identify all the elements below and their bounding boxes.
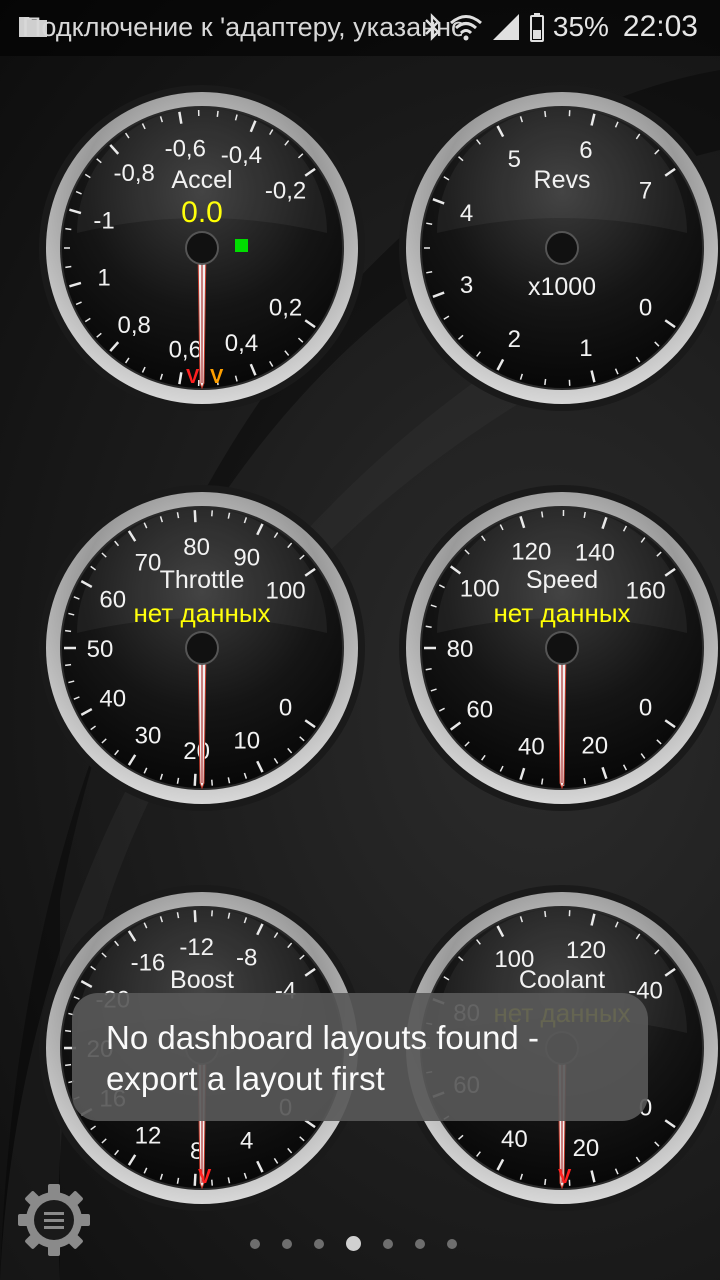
minor-tick bbox=[426, 270, 433, 274]
status-bar: Подключение к 'адаптеру, указанному в ра… bbox=[0, 0, 720, 56]
wifi-icon bbox=[449, 15, 482, 41]
range-marker: V bbox=[558, 1166, 572, 1188]
minor-tick bbox=[65, 663, 72, 667]
battery-percent: 35% bbox=[552, 11, 609, 42]
minor-tick bbox=[425, 668, 432, 671]
range-marker: V bbox=[198, 1166, 212, 1188]
tick-label: 20 bbox=[183, 738, 210, 765]
gear-menu-icon bbox=[18, 1184, 90, 1256]
tick-label: 0 bbox=[279, 695, 292, 722]
bluetooth-icon bbox=[425, 13, 440, 41]
minor-tick bbox=[65, 265, 72, 269]
status-clock: 22:03 bbox=[622, 10, 698, 43]
tick-label: 0,8 bbox=[118, 312, 151, 339]
page-dot[interactable] bbox=[383, 1238, 393, 1249]
page-dot[interactable] bbox=[415, 1238, 425, 1249]
minor-tick bbox=[426, 222, 433, 226]
toast-line-1: No dashboard layouts found - bbox=[106, 1019, 539, 1056]
tick-label: 0 bbox=[639, 295, 652, 322]
tick-label: 3 bbox=[460, 272, 473, 299]
tick-label: 10 bbox=[233, 728, 260, 755]
tick-label: 50 bbox=[87, 636, 114, 663]
tick-label: 40 bbox=[501, 1126, 528, 1153]
accel-gauge[interactable]: 0,2 0,4 0,6 0,8 1 -1 -0,8 -0,6 -0,4 -0,2 Accel 0.0 V… bbox=[37, 83, 367, 413]
tick-label: 1 bbox=[97, 264, 110, 291]
notification-text: Подключение к 'адаптеру, указанному в ра… bbox=[22, 12, 462, 42]
minor-tick bbox=[65, 629, 72, 633]
range-marker: V bbox=[186, 366, 200, 388]
minor-tick bbox=[583, 777, 586, 785]
accel-gauge-dial: 0,20,40,60,81-1-0,8-0,6 -0,4-0,2Accel0.0V… bbox=[39, 85, 365, 411]
page-dot[interactable] bbox=[282, 1238, 292, 1249]
tick-label: 30 bbox=[135, 723, 162, 750]
tick-label: 80 bbox=[447, 636, 474, 663]
battery-icon bbox=[529, 13, 544, 42]
status-indicator bbox=[235, 239, 248, 252]
minor-tick bbox=[425, 625, 432, 628]
settings-menu-button[interactable] bbox=[14, 1180, 94, 1260]
major-tick bbox=[193, 1173, 197, 1186]
tick-label: 1 bbox=[579, 335, 592, 362]
revs-gauge-dial: 01234567Revs-x1000 bbox=[399, 85, 720, 411]
tick-label: 0,2 bbox=[269, 295, 302, 322]
minor-tick bbox=[544, 1178, 547, 1186]
tick-label: 0 bbox=[639, 695, 652, 722]
minor-tick bbox=[541, 778, 544, 785]
tick-label: 60 bbox=[466, 696, 493, 723]
minor-tick bbox=[65, 227, 72, 231]
tick-label: 40 bbox=[99, 685, 126, 712]
page-dot[interactable] bbox=[250, 1238, 260, 1249]
tick-label: 40 bbox=[518, 733, 545, 760]
needle-hub bbox=[545, 231, 579, 265]
tick-label: 2 bbox=[508, 326, 521, 353]
toast-message: No dashboard layouts found - export a la… bbox=[72, 993, 648, 1121]
page-dot[interactable] bbox=[314, 1238, 324, 1249]
minor-tick bbox=[65, 1029, 72, 1033]
tick-label: 20 bbox=[581, 733, 608, 760]
minor-tick bbox=[65, 1063, 72, 1067]
page-dot[interactable] bbox=[447, 1238, 457, 1249]
tick-label: 20 bbox=[573, 1135, 600, 1162]
revs-gauge[interactable]: 01234567Revs-x1000 bbox=[397, 83, 720, 413]
tick-label: 12 bbox=[135, 1123, 162, 1150]
throttle-gauge-dial: 01020304050607080 90100Throttleнет данных bbox=[39, 485, 365, 811]
range-marker: V bbox=[210, 366, 224, 388]
gauge-unit-label: x1000 bbox=[528, 273, 596, 301]
tick-label: 4 bbox=[240, 1128, 253, 1155]
page-dot[interactable] bbox=[346, 1236, 361, 1251]
minor-tick bbox=[176, 777, 180, 784]
needle-hub bbox=[185, 231, 219, 265]
page-indicator bbox=[250, 1236, 457, 1251]
minor-tick bbox=[544, 378, 547, 386]
minor-tick bbox=[176, 1177, 180, 1184]
tick-label: 0,4 bbox=[225, 330, 258, 357]
tick-label: 0,6 bbox=[169, 337, 202, 364]
speed-gauge[interactable]: 0 20 40 60 80 100 120 140 160 Speed нет данных bbox=[397, 483, 720, 813]
speed-gauge-dial: 020406080100120 140160Speedнет данных bbox=[399, 485, 720, 811]
needle-hub bbox=[185, 631, 219, 665]
major-tick bbox=[193, 773, 197, 786]
throttle-gauge[interactable]: 0 10 20 30 40 50 60 70 80 90 100 Throttle нет данных bbox=[37, 483, 367, 813]
needle-hub bbox=[545, 631, 579, 665]
toast-line-2: export a layout first bbox=[106, 1060, 385, 1097]
signal-icon bbox=[492, 14, 519, 40]
